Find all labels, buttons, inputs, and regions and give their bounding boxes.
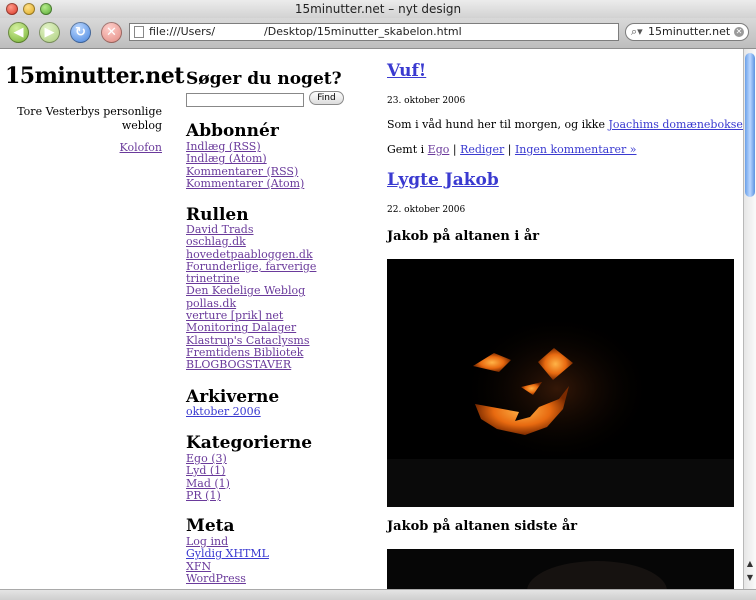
- post-meta-separator: |: [504, 143, 515, 156]
- post-meta-prefix: Gemt i: [387, 143, 428, 156]
- category-link[interactable]: Ego (3): [186, 452, 227, 465]
- zoom-window-button[interactable]: [40, 3, 52, 15]
- meta-list: Log ind Gyldig XHTML XFN WordPress: [186, 535, 269, 585]
- post-title: Lygte Jakob: [387, 170, 499, 190]
- page-viewport: 15minutter.net Tore Vesterbys personlige…: [0, 49, 743, 589]
- categories-list: Ego (3) Lyd (1) Mad (1) PR (1): [186, 452, 230, 502]
- photo-last-year: [387, 549, 734, 589]
- blogroll-link[interactable]: oschlag.dk: [186, 235, 246, 248]
- post-edit-link[interactable]: Rediger: [460, 143, 504, 156]
- minimize-window-button[interactable]: [23, 3, 35, 15]
- post-category-link[interactable]: Ego: [428, 143, 450, 156]
- categories-heading: Kategorierne: [186, 433, 313, 453]
- meta-link[interactable]: XFN: [186, 560, 211, 573]
- forward-arrow-icon: ▶: [44, 25, 55, 40]
- post-title-link[interactable]: Vuf!: [387, 61, 426, 81]
- vertical-scrollbar[interactable]: ▲ ▼: [743, 49, 756, 589]
- address-text: file:///Users/ /Desktop/15minutter_skabe…: [149, 25, 462, 38]
- blogroll-link[interactable]: pollas.dk: [186, 297, 236, 310]
- blogroll-link[interactable]: verture [prik] net: [186, 309, 283, 322]
- category-link[interactable]: Lyd (1): [186, 464, 225, 477]
- search-bar[interactable]: ⌕▾ 15minutter.net ✕: [625, 23, 749, 41]
- blogroll-link[interactable]: Monitoring Dalager: [186, 321, 296, 334]
- clear-search-icon[interactable]: ✕: [734, 27, 744, 37]
- post-date: 23. oktober 2006: [387, 96, 466, 106]
- blogroll-link[interactable]: Fremtidens Bibliotek: [186, 346, 303, 359]
- reload-button[interactable]: ↻: [70, 22, 91, 43]
- browser-toolbar: ◀ ▶ ↻ ✕ file:///Users/ /Desktop/15minutt…: [0, 18, 756, 49]
- post-title: Vuf!: [387, 61, 426, 81]
- blogroll-link[interactable]: David Trads: [186, 223, 254, 236]
- find-button[interactable]: Find: [309, 91, 344, 105]
- archive-link[interactable]: oktober 2006: [186, 405, 261, 418]
- post-comments-link[interactable]: Ingen kommentarer »: [515, 143, 637, 156]
- blogroll-link[interactable]: Den Kedelige Weblog: [186, 284, 305, 297]
- colophon-link[interactable]: Kolofon: [120, 141, 162, 154]
- stop-button[interactable]: ✕: [101, 22, 122, 43]
- meta-heading: Meta: [186, 516, 235, 536]
- blogroll-link[interactable]: hovedetpaabloggen.dk: [186, 248, 313, 261]
- blogroll-link[interactable]: Forunderlige, farverige: [186, 260, 316, 273]
- photo-last-year-illustration: [387, 549, 734, 589]
- post-date: 22. oktober 2006: [387, 205, 466, 215]
- post-body: Som i våd hund her til morgen, og ikke J…: [387, 118, 743, 131]
- scroll-down-icon[interactable]: ▼: [745, 571, 755, 584]
- meta-link[interactable]: WordPress: [186, 572, 246, 585]
- category-link[interactable]: PR (1): [186, 489, 221, 502]
- forward-button[interactable]: ▶: [39, 22, 60, 43]
- title-bar: 15minutter.net – nyt design: [0, 0, 756, 18]
- browser-window: 15minutter.net – nyt design ◀ ▶ ↻ ✕ file…: [0, 0, 756, 600]
- search-icon[interactable]: ⌕▾: [631, 24, 643, 40]
- search-bar-text: 15minutter.net: [648, 25, 731, 38]
- status-bar: [0, 589, 756, 600]
- photo-caption: Jakob på altanen sidste år: [387, 519, 578, 534]
- reload-icon: ↻: [75, 25, 86, 40]
- window-title: 15minutter.net – nyt design: [294, 2, 462, 16]
- archive-heading: Arkiverne: [186, 387, 280, 407]
- subscribe-link[interactable]: Indlæg (Atom): [186, 152, 267, 165]
- post-meta: Gemt i Ego | Rediger | Ingen kommentarer…: [387, 143, 637, 156]
- search-heading: Søger du noget?: [186, 69, 342, 89]
- colophon-row: Kolofon: [10, 141, 162, 154]
- meta-link[interactable]: Gyldig XHTML: [186, 547, 269, 560]
- site-search-input[interactable]: [186, 93, 304, 107]
- blogroll-link[interactable]: Klastrup's Cataclysms: [186, 334, 309, 347]
- blog-title: 15minutter.net: [5, 63, 184, 89]
- page-icon: [134, 26, 144, 38]
- post-meta-separator: |: [449, 143, 461, 156]
- post-body-link[interactable]: Joachims domæneboksekamp: [608, 118, 743, 131]
- stop-icon: ✕: [106, 25, 117, 40]
- post-body-text: Som i våd hund her til morgen, og ikke: [387, 118, 609, 131]
- jack-o-lantern-illustration: [387, 259, 734, 507]
- blogroll-link[interactable]: trinetrine: [186, 272, 240, 285]
- photo-caption: Jakob på altanen i år: [387, 229, 540, 244]
- subscribe-list: Indlæg (RSS) Indlæg (Atom) Kommentarer (…: [186, 140, 304, 190]
- blogroll-link[interactable]: BLOGBOGSTAVER: [186, 358, 291, 371]
- scroll-up-icon[interactable]: ▲: [745, 557, 755, 570]
- blogroll-list: David Trads oschlag.dk hovedetpaabloggen…: [186, 223, 316, 372]
- back-arrow-icon: ◀: [13, 25, 24, 40]
- pumpkin-photo: [387, 259, 734, 507]
- category-link[interactable]: Mad (1): [186, 477, 230, 490]
- address-bar[interactable]: file:///Users/ /Desktop/15minutter_skabe…: [129, 23, 619, 41]
- back-button[interactable]: ◀: [8, 22, 29, 43]
- close-window-button[interactable]: [6, 3, 18, 15]
- subscribe-link[interactable]: Indlæg (RSS): [186, 140, 261, 153]
- archive-list: oktober 2006: [186, 405, 261, 418]
- subscribe-link[interactable]: Kommentarer (RSS): [186, 165, 298, 178]
- blogroll-heading: Rullen: [186, 205, 249, 225]
- subscribe-heading: Abbonnér: [186, 121, 279, 141]
- post-title-link[interactable]: Lygte Jakob: [387, 170, 499, 190]
- blog-tagline: Tore Vesterbys personlige weblog: [17, 105, 162, 132]
- scrollbar-thumb[interactable]: [745, 53, 755, 197]
- meta-link[interactable]: Log ind: [186, 535, 228, 548]
- subscribe-link[interactable]: Kommentarer (Atom): [186, 177, 304, 190]
